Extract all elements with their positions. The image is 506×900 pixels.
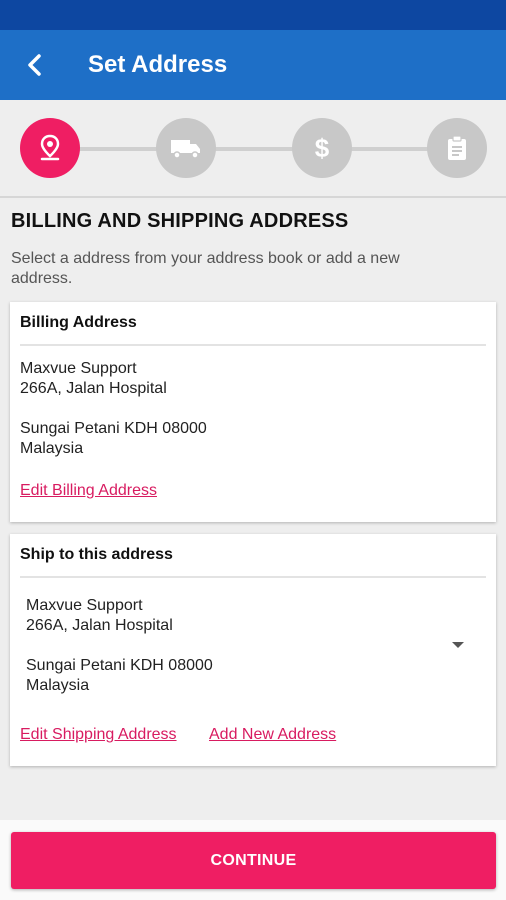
dropdown-arrow-icon[interactable]	[451, 641, 465, 649]
step-payment[interactable]: $	[292, 118, 352, 178]
page-title: Set Address	[88, 51, 228, 78]
truck-icon	[171, 140, 200, 159]
clipboard-icon	[448, 135, 466, 160]
dollar-icon: $	[314, 132, 330, 163]
section-title: BILLING AND SHIPPING ADDRESS	[11, 210, 349, 232]
shipping-city-line: Sungai Petani KDH 08000	[26, 657, 213, 674]
continue-button[interactable]: CONTINUE	[11, 832, 496, 889]
billing-country: Malaysia	[20, 440, 84, 457]
section-description: Select a address from your address book …	[11, 250, 400, 287]
back-button[interactable]	[0, 30, 70, 100]
step-review[interactable]	[427, 118, 487, 178]
checkout-stepper: $	[0, 100, 506, 198]
billing-name: Maxvue Support	[20, 360, 137, 377]
billing-address-block: Maxvue Support 266A, Jalan Hospital Sung…	[20, 359, 207, 459]
shipping-address-card: Ship to this address Maxvue Support 266A…	[10, 534, 496, 766]
add-new-address-link[interactable]: Add New Address	[209, 726, 336, 744]
step-address[interactable]	[20, 118, 80, 178]
step-shipping[interactable]	[156, 118, 216, 178]
shipping-address-header: Ship to this address	[20, 534, 486, 578]
back-arrow-icon	[28, 54, 41, 76]
shipping-name: Maxvue Support	[26, 597, 143, 614]
shipping-country: Malaysia	[26, 677, 90, 694]
billing-city-line: Sungai Petani KDH 08000	[20, 420, 207, 437]
billing-street: 266A, Jalan Hospital	[20, 380, 167, 397]
app-bar: Set Address	[0, 30, 506, 100]
shipping-street: 266A, Jalan Hospital	[26, 617, 173, 634]
location-pin-icon	[40, 134, 60, 161]
shipping-address-select[interactable]: Maxvue Support 266A, Jalan Hospital Sung…	[26, 596, 213, 696]
edit-shipping-address-link[interactable]: Edit Shipping Address	[20, 726, 177, 744]
billing-address-header: Billing Address	[20, 302, 486, 346]
status-bar	[0, 0, 506, 30]
billing-address-card: Billing Address Maxvue Support 266A, Jal…	[10, 302, 496, 522]
stepper-line	[78, 147, 438, 151]
edit-billing-address-link[interactable]: Edit Billing Address	[20, 482, 157, 500]
